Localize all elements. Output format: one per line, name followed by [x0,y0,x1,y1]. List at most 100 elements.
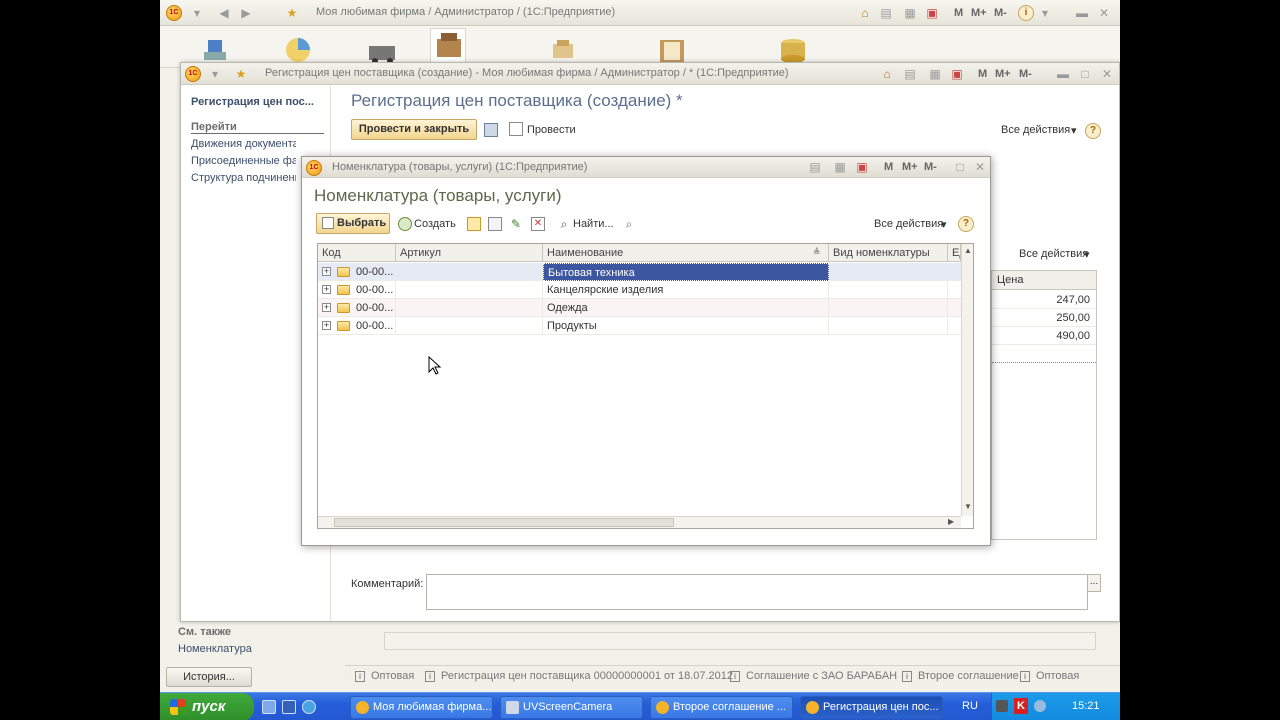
section-desktop-icon[interactable] [198,34,234,64]
task-button-1c-main[interactable]: Моя любимая фирма... [350,696,493,719]
status-item[interactable]: i Оптовая [355,670,414,682]
scroll-up-arrow-icon[interactable]: ▲ [964,246,972,255]
list-horizontal-scrollbar[interactable]: ▶ [318,516,961,528]
nav-link-attached-files[interactable]: Присоединенные фай... [191,155,296,167]
section-sales-icon[interactable] [280,34,316,64]
list-item[interactable]: + 00-00... Одежда [318,299,961,317]
copy-icon[interactable] [488,217,502,231]
status-item[interactable]: i Второе соглашение [902,670,1019,682]
home-icon[interactable]: ⌂ [857,5,873,21]
info-dropdown-icon[interactable]: ▾ [1037,5,1053,21]
expand-plus-icon[interactable]: + [322,321,331,330]
memory-button[interactable]: M [954,7,963,19]
section-catalogs-icon[interactable] [654,34,690,64]
status-item[interactable]: i Регистрация цен поставщика 00000000001 … [425,670,733,682]
expand-plus-icon[interactable]: + [322,267,331,276]
tray-app-icon[interactable] [996,700,1008,712]
history-button[interactable]: История... [166,667,252,687]
create-icon[interactable] [398,217,412,231]
nav-link-document-movements[interactable]: Движения документа [191,138,296,150]
create-button[interactable]: Создать [414,218,456,230]
main-menu-icon[interactable]: ▾ [189,5,205,21]
info-icon[interactable]: i [1018,5,1034,21]
table-row[interactable] [992,345,1096,363]
find-button[interactable]: Найти... [573,218,614,230]
memory-minus-button[interactable]: M- [994,7,1007,19]
column-header-name[interactable]: Наименование [543,244,829,262]
create-folder-icon[interactable] [467,217,481,231]
table-all-actions-arrow-icon[interactable]: ▾ [1084,248,1090,261]
dialog-memory-plus-button[interactable]: M+ [902,161,918,173]
edit-pencil-icon[interactable]: ✎ [509,217,523,231]
doc-memory-button[interactable]: M [978,68,987,80]
post-button[interactable]: Провести [527,124,576,136]
column-header-unit[interactable]: Ед [948,244,961,262]
doc-maximize-icon[interactable]: □ [1077,66,1093,82]
clock[interactable]: 15:21 [1072,700,1100,712]
quicklaunch-media-icon[interactable] [282,700,296,714]
quicklaunch-browser-icon[interactable] [302,700,316,714]
doc-calculator-icon[interactable]: ▦ [927,66,943,82]
doc-close-icon[interactable]: ✕ [1099,66,1115,82]
dialog-1c-logo-icon[interactable]: 1С [306,160,322,176]
list-item[interactable]: + 00-00... Продукты [318,317,961,335]
start-button[interactable]: пуск [160,693,254,720]
delete-mark-icon[interactable]: ✕ [531,217,545,231]
table-row[interactable]: 250,00 [992,309,1096,327]
dialog-help-icon[interactable]: ? [958,216,974,232]
comment-field[interactable] [426,574,1088,610]
favorites-star-icon[interactable]: ★ [284,5,300,21]
list-vertical-scrollbar[interactable]: ▲ ▼ [961,244,973,516]
back-arrow-icon[interactable]: ◀ [216,5,232,21]
task-button-second-agreement[interactable]: Второе соглашение ... [650,696,793,719]
price-table[interactable]: Цена 247,00 250,00 490,00 [991,270,1097,540]
history-icon[interactable]: ▤ [878,5,894,21]
section-purchases-icon[interactable] [365,34,401,64]
forward-arrow-icon[interactable]: ▶ [238,5,254,21]
dialog-maximize-icon[interactable]: □ [952,159,968,175]
cancel-search-icon[interactable]: ⌕ [622,217,636,231]
background-horizontal-scrollbar[interactable] [384,632,1096,650]
memory-plus-button[interactable]: M+ [971,7,987,19]
expand-plus-icon[interactable]: + [322,285,331,294]
dialog-close-icon[interactable]: ✕ [972,159,988,175]
doc-all-actions-menu[interactable]: Все действия [1001,124,1070,136]
doc-minimize-icon[interactable]: ▬ [1055,66,1071,82]
table-row[interactable]: 490,00 [992,327,1096,345]
calculator-icon[interactable]: ▦ [902,5,918,21]
status-item[interactable]: i Соглашение с ЗАО БАРАБАН [730,670,897,682]
comment-ellipsis-button[interactable]: ... [1087,574,1101,592]
doc-help-icon[interactable]: ? [1085,123,1101,139]
post-and-close-button[interactable]: Провести и закрыть [351,119,477,140]
row-name-cell-selected[interactable]: Бытовая техника [543,263,829,281]
close-icon[interactable]: ✕ [1096,5,1112,21]
column-header-kind[interactable]: Вид номенклатуры [829,244,948,262]
list-item[interactable]: + 00-00... Бытовая техника [318,263,961,281]
doc-link-icon[interactable]: ▤ [902,66,918,82]
1c-logo-icon[interactable]: 1С [166,5,182,21]
section-finance-icon[interactable] [545,34,581,64]
task-button-uvscreencamera[interactable]: UVScreenCamera [500,696,643,719]
doc-memory-plus-button[interactable]: M+ [995,68,1011,80]
quicklaunch-desktop-icon[interactable] [262,700,276,714]
doc-menu-icon[interactable]: ▾ [207,66,223,82]
table-all-actions-menu[interactable]: Все действия [1019,248,1088,260]
doc-calendar-icon[interactable]: ▣ [949,66,965,82]
expand-plus-icon[interactable]: + [322,303,331,312]
dialog-calendar-icon[interactable]: ▣ [854,159,870,175]
doc-all-actions-arrow-icon[interactable]: ▾ [1071,124,1077,137]
nomenclature-list[interactable]: Код Артикул Наименование ≜ Вид номенклат… [317,243,974,529]
doc-memory-minus-button[interactable]: M- [1019,68,1032,80]
scroll-down-arrow-icon[interactable]: ▼ [964,502,972,511]
section-settings-icon[interactable] [775,34,811,64]
dialog-memory-button[interactable]: M [884,161,893,173]
task-button-price-registration[interactable]: Регистрация цен пос... [800,696,943,719]
doc-favorite-star-icon[interactable]: ★ [233,66,249,82]
calendar-icon[interactable]: ▣ [924,5,940,21]
dialog-memory-minus-button[interactable]: M- [924,161,937,173]
column-header-article[interactable]: Артикул [396,244,543,262]
tray-network-icon[interactable] [1034,700,1046,712]
column-header-code[interactable]: Код [318,244,396,262]
see-also-link-nomenclature[interactable]: Номенклатура [178,643,252,655]
antivirus-tray-icon[interactable]: K [1014,698,1028,714]
